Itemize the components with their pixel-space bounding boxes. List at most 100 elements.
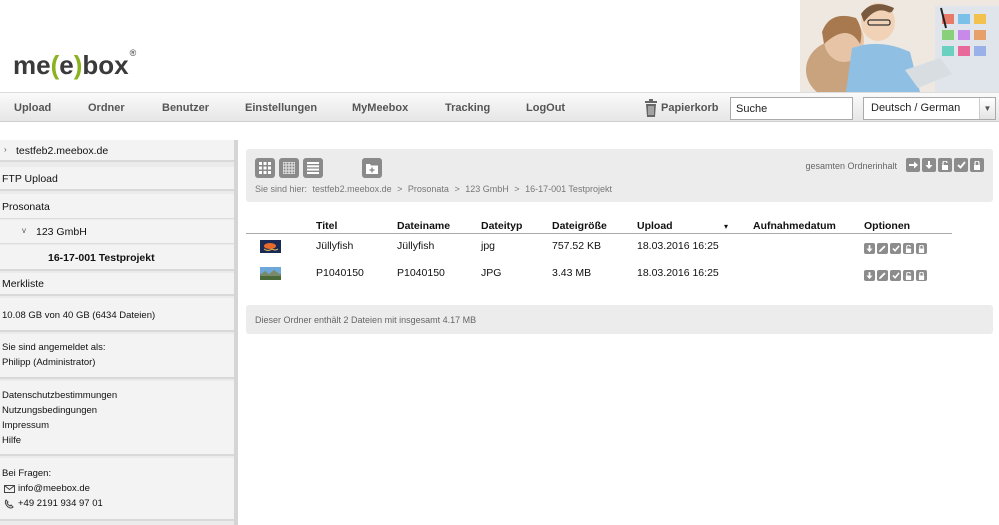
- row-options: [864, 270, 927, 281]
- column-header-aufnahmedatum[interactable]: Aufnahmedatum: [753, 220, 836, 232]
- breadcrumb-item[interactable]: 123 GmbH: [465, 184, 509, 194]
- row-download-button[interactable]: [864, 243, 875, 254]
- table-row[interactable]: Jüllyfish Jüllyfish jpg 757.52 KB 18.03.…: [246, 236, 952, 262]
- gesamt-label: gesamten Ordnerinhalt: [805, 161, 897, 171]
- download-icon: [866, 244, 873, 252]
- search-input[interactable]: [730, 97, 853, 120]
- cell-title[interactable]: P1040150: [316, 267, 364, 279]
- unlock-icon: [905, 271, 912, 280]
- sidebar-links: Datenschutzbestimmungen Nutzungsbedingun…: [0, 381, 234, 456]
- language-select[interactable]: Deutsch / German ▼: [863, 97, 996, 120]
- sort-indicator-icon[interactable]: ▾: [724, 222, 728, 231]
- breadcrumb-item[interactable]: 16-17-001 Testprojekt: [525, 184, 612, 194]
- column-header-optionen: Optionen: [864, 220, 911, 232]
- lock-icon: [974, 160, 980, 170]
- link-nutzungsbedingungen[interactable]: Nutzungsbedingungen: [2, 405, 97, 416]
- edit-icon: [879, 272, 886, 279]
- gesamt-download-button[interactable]: [922, 158, 936, 172]
- file-thumbnail[interactable]: [260, 267, 281, 280]
- contact-phone: +49 2191 934 97 01: [18, 498, 103, 509]
- summary-text: Dieser Ordner enthält 2 Dateien mit insg…: [255, 315, 477, 325]
- storage-info: 10.08 GB von 40 GB (6434 Dateien): [0, 298, 234, 332]
- breadcrumb: Sie sind hier: testfeb2.meebox.de > Pros…: [255, 184, 615, 194]
- cell-filename: P1040150: [397, 267, 445, 279]
- breadcrumb-separator: >: [514, 184, 520, 194]
- folder-toolbar: Sie sind hier: testfeb2.meebox.de > Pros…: [246, 149, 993, 202]
- check-icon: [891, 272, 900, 279]
- row-edit-button[interactable]: [877, 243, 888, 254]
- sidebar-item-prosonata[interactable]: Prosonata: [0, 194, 234, 219]
- gesamt-unlock-button[interactable]: [938, 158, 952, 172]
- trash-label: Papierkorb: [661, 102, 719, 114]
- language-selected: Deutsch / German: [871, 102, 961, 114]
- cell-type: JPG: [481, 267, 502, 279]
- column-header-dateigroesse[interactable]: Dateigröße: [552, 220, 607, 232]
- link-impressum[interactable]: Impressum: [2, 420, 49, 431]
- lock-icon: [918, 244, 925, 253]
- nav-benutzer[interactable]: Benutzer: [162, 102, 209, 114]
- meebox-logo[interactable]: me(e)box®: [13, 48, 136, 81]
- sidebar-domain[interactable]: › testfeb2.meebox.de: [0, 140, 234, 162]
- download-icon: [925, 160, 933, 169]
- sidebar-item-merkliste[interactable]: Merkliste: [0, 273, 234, 296]
- mail-icon: [4, 485, 15, 493]
- sidebar-item-ftp-upload[interactable]: FTP Upload: [0, 167, 234, 191]
- row-edit-button[interactable]: [877, 270, 888, 281]
- nav-ordner[interactable]: Ordner: [88, 102, 125, 114]
- sidebar-item-label: FTP Upload: [2, 173, 58, 185]
- row-unlock-button[interactable]: [903, 243, 914, 254]
- table-header-divider: [246, 233, 952, 234]
- gesamt-move-button[interactable]: [906, 158, 920, 172]
- breadcrumb-item[interactable]: Prosonata: [408, 184, 449, 194]
- sidebar-item-label: Merkliste: [2, 278, 45, 290]
- chevron-down-icon: v: [22, 226, 26, 235]
- breadcrumb-item[interactable]: testfeb2.meebox.de: [313, 184, 392, 194]
- nav-logout[interactable]: LogOut: [526, 102, 565, 114]
- gesamt-check-button[interactable]: [954, 158, 968, 172]
- view-grid-large-button[interactable]: [255, 158, 275, 178]
- contact-email[interactable]: info@meebox.de: [18, 483, 90, 494]
- row-lock-button[interactable]: [916, 243, 927, 254]
- row-lock-button[interactable]: [916, 270, 927, 281]
- logged-in-label: Sie sind angemeldet als:: [2, 342, 106, 353]
- breadcrumb-separator: >: [397, 184, 403, 194]
- sidebar-item-label: 16-17-001 Testprojekt: [48, 252, 155, 264]
- logged-in-user: Philipp (Administrator): [2, 357, 96, 368]
- column-header-dateiname[interactable]: Dateiname: [397, 220, 450, 232]
- cell-filename: Jüllyfish: [397, 240, 435, 252]
- questions-label: Bei Fragen:: [2, 468, 52, 479]
- column-header-upload[interactable]: Upload: [637, 220, 673, 232]
- table-row[interactable]: P1040150 P1040150 JPG 3.43 MB 18.03.2016…: [246, 263, 952, 289]
- chevron-right-icon: ›: [4, 145, 7, 154]
- sidebar-item-123-gmbh[interactable]: v 123 GmbH: [0, 220, 234, 244]
- link-hilfe[interactable]: Hilfe: [2, 435, 21, 446]
- unlock-icon: [905, 244, 912, 253]
- column-header-titel[interactable]: Titel: [316, 220, 337, 232]
- cell-title[interactable]: Jüllyfish: [316, 240, 353, 252]
- row-check-button[interactable]: [890, 243, 901, 254]
- row-download-button[interactable]: [864, 270, 875, 281]
- sidebar-item-testprojekt[interactable]: 16-17-001 Testprojekt: [0, 245, 234, 271]
- new-folder-button[interactable]: [362, 158, 382, 178]
- nav-mymeebox[interactable]: MyMeebox: [352, 102, 408, 114]
- sidebar-item-label: 123 GmbH: [36, 226, 87, 238]
- nav-tracking[interactable]: Tracking: [445, 102, 490, 114]
- chevron-down-icon[interactable]: ▼: [979, 98, 995, 119]
- new-folder-icon: [366, 163, 378, 174]
- view-list-button[interactable]: [303, 158, 323, 178]
- gesamt-lock-button[interactable]: [970, 158, 984, 172]
- row-unlock-button[interactable]: [903, 270, 914, 281]
- file-thumbnail[interactable]: [260, 240, 281, 253]
- check-icon: [891, 245, 900, 252]
- grid-small-icon: [283, 162, 295, 174]
- nav-upload[interactable]: Upload: [14, 102, 51, 114]
- view-grid-small-button[interactable]: [279, 158, 299, 178]
- row-check-button[interactable]: [890, 270, 901, 281]
- nav-einstellungen[interactable]: Einstellungen: [245, 102, 317, 114]
- breadcrumb-separator: >: [454, 184, 460, 194]
- trash-button[interactable]: Papierkorb: [644, 98, 718, 118]
- sidebar: › testfeb2.meebox.de FTP Upload Prosonat…: [0, 140, 238, 525]
- storage-text: 10.08 GB von 40 GB (6434 Dateien): [2, 310, 156, 321]
- column-header-dateityp[interactable]: Dateityp: [481, 220, 522, 232]
- link-datenschutz[interactable]: Datenschutzbestimmungen: [2, 390, 117, 401]
